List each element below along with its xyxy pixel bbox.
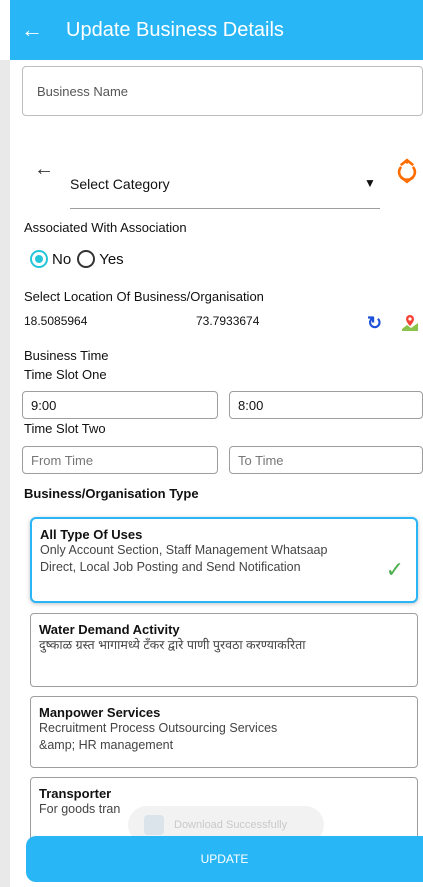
location-label: Select Location Of Business/Organisation <box>24 289 264 304</box>
reload-icon[interactable]: ↻ <box>367 313 382 334</box>
slot-two-to-placeholder: To Time <box>238 452 284 468</box>
slot-one-from-field[interactable]: 9:00 <box>22 391 218 419</box>
card-title: Transporter <box>39 786 112 801</box>
time-slot-one-label: Time Slot One <box>24 367 107 382</box>
update-label: UPDATE <box>200 852 249 866</box>
slot-two-to-field[interactable]: To Time <box>229 446 423 474</box>
slot-two-from-field[interactable]: From Time <box>22 446 218 474</box>
card-title: Water Demand Activity <box>39 622 180 637</box>
category-underline <box>70 208 380 209</box>
org-type-card-manpower[interactable]: Manpower Services Recruitment Process Ou… <box>30 696 418 768</box>
radio-yes[interactable] <box>77 250 96 268</box>
card-description: Recruitment Process Outsourcing Services… <box>39 721 278 752</box>
card-title: Manpower Services <box>39 705 161 720</box>
radio-no[interactable] <box>30 250 48 268</box>
org-type-card-all-uses[interactable]: All Type Of Uses Only Account Section, S… <box>30 517 418 603</box>
check-icon: ✓ <box>385 557 404 582</box>
toast-text: Download Successfully <box>174 819 288 831</box>
slot-one-to-field[interactable]: 8:00 <box>229 391 423 419</box>
card-description: दुष्काळ ग्रस्त भागामध्ये टँकर द्वारे पाण… <box>39 638 306 652</box>
app-frame: ← Update Business Details Business Name … <box>0 0 423 887</box>
association-radio-group: No Yes <box>30 250 130 268</box>
longitude-value: 73.7933674 <box>196 314 260 328</box>
back-arrow-icon[interactable]: ← <box>34 158 54 181</box>
radio-no-label: No <box>52 250 72 268</box>
slot-two-from-placeholder: From Time <box>31 452 94 468</box>
card-title: All Type Of Uses <box>40 527 143 542</box>
org-type-card-water-demand[interactable]: Water Demand Activity दुष्काळ ग्रस्त भाग… <box>30 613 418 687</box>
page-title: Update Business Details <box>66 18 284 41</box>
app-header: ← Update Business Details <box>10 0 423 60</box>
update-button[interactable]: UPDATE <box>26 836 423 882</box>
association-label: Associated With Association <box>24 220 187 235</box>
time-slot-two-label: Time Slot Two <box>24 421 106 436</box>
slot-one-to-value: 8:00 <box>238 397 264 413</box>
map-pin-icon[interactable] <box>400 313 420 333</box>
slot-one-from-value: 9:00 <box>31 397 57 413</box>
business-name-placeholder: Business Name <box>37 83 129 99</box>
category-select[interactable]: Select Category <box>70 176 170 192</box>
business-name-field[interactable]: Business Name <box>22 66 423 116</box>
refresh-icon[interactable] <box>394 158 420 184</box>
org-type-label: Business/Organisation Type <box>24 486 199 501</box>
back-arrow-icon[interactable]: ← <box>10 17 54 43</box>
app-icon <box>144 815 164 835</box>
business-time-label: Business Time <box>24 348 109 363</box>
chevron-down-icon[interactable]: ▼ <box>364 176 376 190</box>
radio-yes-label: Yes <box>99 250 124 268</box>
card-description: Only Account Section, Staff Management W… <box>40 543 328 574</box>
latitude-value: 18.5085964 <box>24 314 88 328</box>
left-edge <box>0 60 10 887</box>
